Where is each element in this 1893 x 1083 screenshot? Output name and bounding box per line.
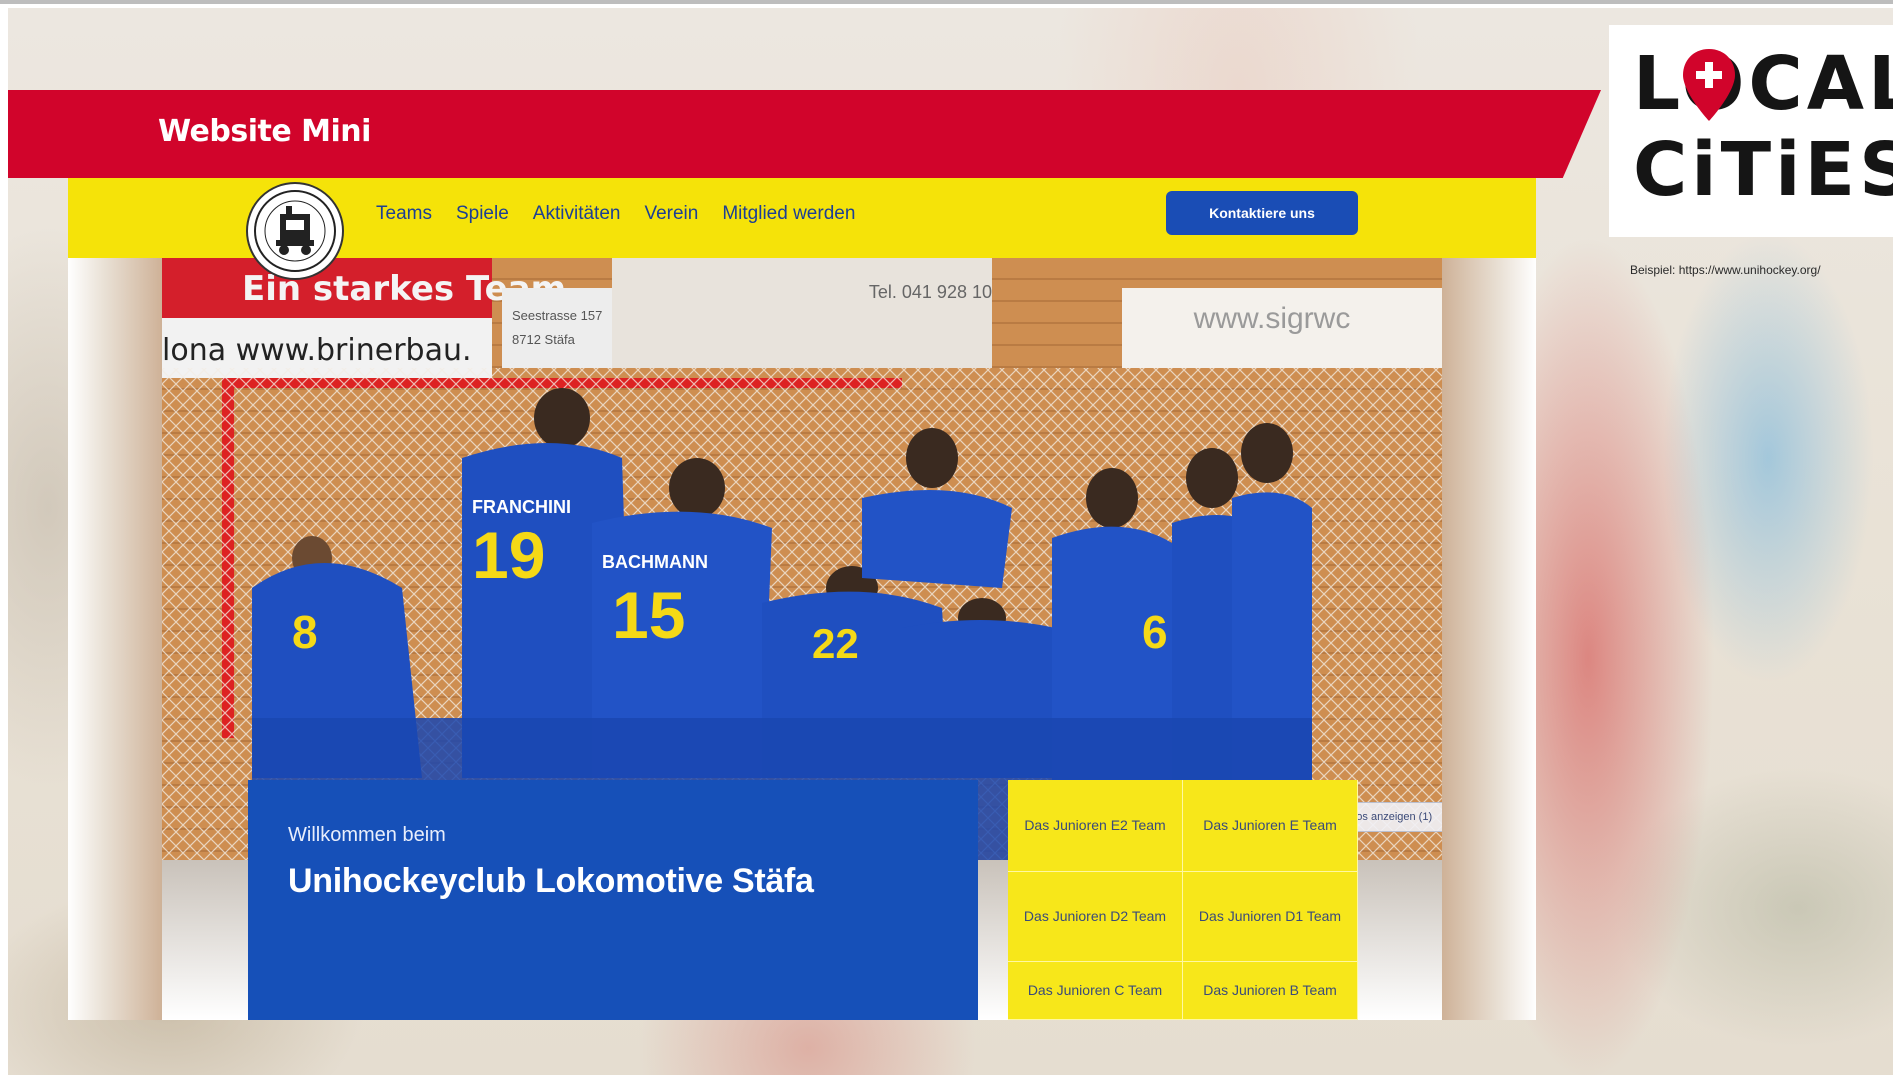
right-ad-text: www.sigrwc xyxy=(1193,302,1351,335)
club-name-heading: Unihockeyclub Lokomotive Stäfa xyxy=(288,862,814,900)
logo-line-cities: CiTiES xyxy=(1633,127,1893,213)
swiss-pin-icon xyxy=(1683,49,1735,121)
jersey-number-6: 6 xyxy=(1142,606,1168,658)
jersey-number-22: 22 xyxy=(812,620,859,667)
contact-button[interactable]: Kontaktiere uns xyxy=(1166,191,1358,235)
club-logo[interactable] xyxy=(246,182,344,280)
example-url-caption: Beispiel: https://www.unihockey.org/ xyxy=(1630,263,1821,277)
banner-title: Website Mini xyxy=(158,114,371,149)
main-nav: Teams Spiele Aktivitäten Verein Mitglied… xyxy=(376,203,855,225)
jersey-number-19: 19 xyxy=(472,518,545,592)
team-tile-d2[interactable]: Das Junioren D2 Team xyxy=(1008,872,1183,962)
jersey-number-8: 8 xyxy=(292,606,318,658)
photo-fade-left xyxy=(68,258,162,1020)
photo-fade-right xyxy=(1442,258,1536,1020)
team-tile-d1[interactable]: Das Junioren D1 Team xyxy=(1183,872,1358,962)
jersey-name-franchini: FRANCHINI xyxy=(472,497,571,517)
web-ad-text: lona www.brinerbau. xyxy=(162,333,472,368)
address-line-1: Seestrasse 157 xyxy=(512,308,602,323)
team-tile-c[interactable]: Das Junioren C Team xyxy=(1008,962,1183,1020)
welcome-box: Willkommen beim Unihockeyclub Lokomotive… xyxy=(248,780,978,1020)
jersey-number-15: 15 xyxy=(612,578,685,652)
top-divider xyxy=(0,0,1893,4)
teams-grid: Das Junioren E2 Team Das Junioren E Team… xyxy=(1008,780,1358,1020)
jersey-name-bachmann: BACHMANN xyxy=(602,552,708,572)
address-line-2: 8712 Stäfa xyxy=(512,332,576,347)
nav-spiele[interactable]: Spiele xyxy=(456,203,509,225)
website-preview: Ein starkes Team lona www.brinerbau. See… xyxy=(68,178,1536,1020)
nav-mitglied-werden[interactable]: Mitglied werden xyxy=(722,203,855,225)
locomotive-emblem-icon xyxy=(254,190,336,272)
title-banner: Website Mini xyxy=(8,90,1601,178)
welcome-pretitle: Willkommen beim xyxy=(288,824,446,846)
logo-line-local: LOCAL xyxy=(1633,41,1893,127)
tel-ad-text: Tel. 041 928 10 xyxy=(869,282,992,302)
nav-teams[interactable]: Teams xyxy=(376,203,432,225)
nav-verein[interactable]: Verein xyxy=(644,203,698,225)
team-tile-e[interactable]: Das Junioren E Team xyxy=(1183,780,1358,872)
local-cities-logo: LOCAL CiTiES xyxy=(1609,25,1893,237)
nav-aktivitaeten[interactable]: Aktivitäten xyxy=(533,203,621,225)
screenshot-stage: Website Mini Ein starkes Team lona www.b… xyxy=(0,0,1893,1083)
team-tile-e2[interactable]: Das Junioren E2 Team xyxy=(1008,780,1183,872)
team-tile-b[interactable]: Das Junioren B Team xyxy=(1183,962,1358,1020)
team-huddle-photo: Ein starkes Team lona www.brinerbau. See… xyxy=(162,258,1442,860)
hero-photo: Ein starkes Team lona www.brinerbau. See… xyxy=(162,258,1442,860)
